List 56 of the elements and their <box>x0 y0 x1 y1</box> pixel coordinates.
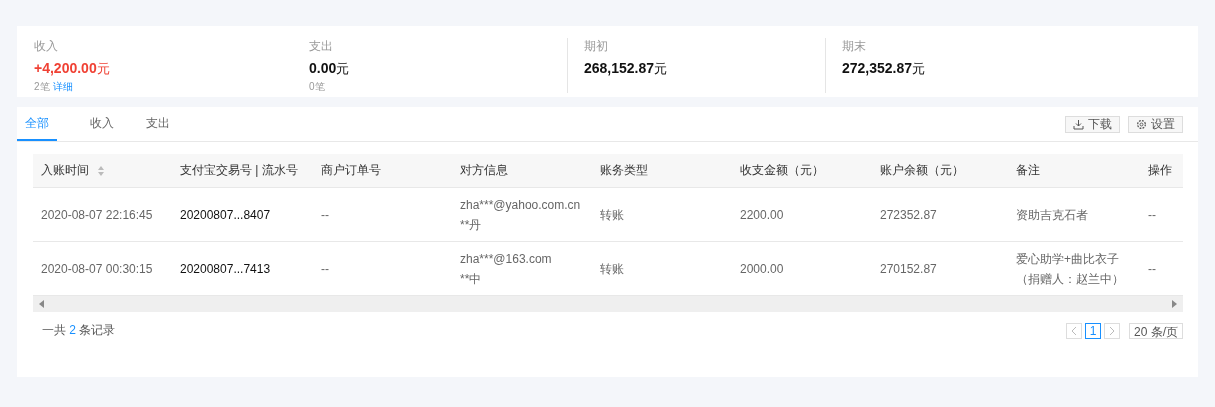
stat-count: 0笔 <box>309 81 325 93</box>
tab[interactable]: 全部 <box>17 107 57 141</box>
table-cell-text: -- <box>321 206 329 224</box>
stat-value: +4,200.00元 <box>34 60 111 78</box>
table-cell-text: -- <box>321 260 329 278</box>
tab[interactable]: 支出 <box>129 107 187 141</box>
sort-icon[interactable] <box>97 164 105 177</box>
column-header[interactable]: 入账时间 <box>41 162 89 179</box>
table-cell-text: zha***@yahoo.com.cn **丹 <box>460 196 581 234</box>
column-header: 操作 <box>1148 162 1172 179</box>
stat-label: 收入 <box>34 38 59 55</box>
column-header: 账务类型 <box>600 162 648 179</box>
stat-value: 272,352.87元 <box>842 60 927 78</box>
scroll-left-icon[interactable] <box>39 300 44 308</box>
stat-count: 2笔 <box>34 81 50 93</box>
table-cell-text: 转账 <box>600 260 624 278</box>
horizontal-scrollbar[interactable] <box>33 296 1183 312</box>
download-icon <box>1073 118 1084 130</box>
previous-page-button[interactable] <box>1066 322 1082 339</box>
stat-value: 0.00元 <box>309 60 351 78</box>
record-count: 一共 2 条记录 <box>42 322 116 339</box>
table-cell-text: 20200807...8407 <box>180 206 271 224</box>
table-cell-text: 2020-08-07 22:16:45 <box>41 206 153 224</box>
settings-icon <box>1136 118 1147 130</box>
download-button[interactable]: 下载 <box>1065 115 1120 133</box>
page-button[interactable]: 1 <box>1085 322 1101 339</box>
table-cell-text: 270152.87 <box>880 260 937 278</box>
column-header: 收支金额（元） <box>740 162 824 179</box>
stat-value: 268,152.87元 <box>584 60 669 78</box>
column-header: 商户订单号 <box>321 162 381 179</box>
stat-label: 支出 <box>309 38 334 55</box>
stat-label: 期末 <box>842 38 867 55</box>
column-header: 账户余额（元） <box>880 162 964 179</box>
table-cell-text: -- <box>1148 260 1156 278</box>
detail-link[interactable]: 详细 <box>52 81 73 93</box>
table-cell-text: 272352.87 <box>880 206 937 224</box>
table-cell-text: 2020-08-07 00:30:15 <box>41 260 153 278</box>
settings-button[interactable]: 设置 <box>1128 115 1183 133</box>
column-header: 备注 <box>1016 162 1040 179</box>
scroll-right-icon[interactable] <box>1172 300 1177 308</box>
stat-label: 期初 <box>584 38 609 55</box>
table-cell-text: 爱心助学+曲比衣子（捐赠人：赵兰中） <box>1016 250 1125 288</box>
chevron-left-icon <box>1071 325 1077 336</box>
table-cell-text: 转账 <box>600 206 624 224</box>
table-cell-text: 2000.00 <box>740 260 784 278</box>
page-size-select[interactable]: 20 条/页 <box>1129 322 1183 339</box>
chevron-right-icon <box>1109 325 1115 336</box>
next-page-button[interactable] <box>1104 322 1120 339</box>
column-header: 对方信息 <box>460 162 508 179</box>
column-header: 支付宝交易号 | 流水号 <box>180 162 298 179</box>
table-cell-text: 2200.00 <box>740 206 784 224</box>
table-cell-text: zha***@163.com **中 <box>460 250 552 288</box>
table-cell-text: 资助吉克石者 <box>1016 206 1088 224</box>
tab[interactable]: 收入 <box>73 107 131 141</box>
table-cell-text: 20200807...7413 <box>180 260 271 278</box>
table-cell-text: -- <box>1148 206 1156 224</box>
